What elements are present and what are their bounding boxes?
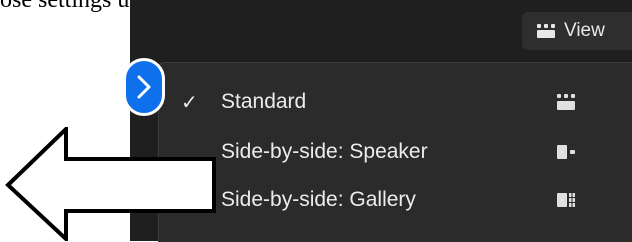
view-button[interactable]: View bbox=[522, 12, 632, 50]
side-by-side-gallery-icon bbox=[557, 191, 575, 209]
view-button-label: View bbox=[564, 20, 605, 41]
menu-item-side-by-side-speaker[interactable]: Side-by-side: Speaker bbox=[159, 129, 632, 175]
left-arrow-annotation bbox=[5, 127, 216, 241]
menu-item-standard[interactable]: ✓ Standard bbox=[159, 79, 632, 125]
menu-item-label: Standard bbox=[221, 90, 307, 113]
menu-item-side-by-side-gallery[interactable]: Side-by-side: Gallery bbox=[159, 177, 632, 223]
menu-item-label: Side-by-side: Speaker bbox=[221, 140, 428, 163]
standard-layout-icon bbox=[557, 94, 575, 110]
grid-view-icon bbox=[536, 23, 556, 39]
view-menu: ✓ Standard Side-by-side: Speaker Side-by… bbox=[158, 62, 632, 242]
chevron-right-icon bbox=[136, 74, 152, 100]
expand-panel-button[interactable] bbox=[123, 58, 165, 116]
menu-item-label: Side-by-side: Gallery bbox=[221, 188, 416, 211]
checkmark-icon: ✓ bbox=[181, 91, 198, 114]
side-by-side-speaker-icon bbox=[557, 143, 575, 161]
